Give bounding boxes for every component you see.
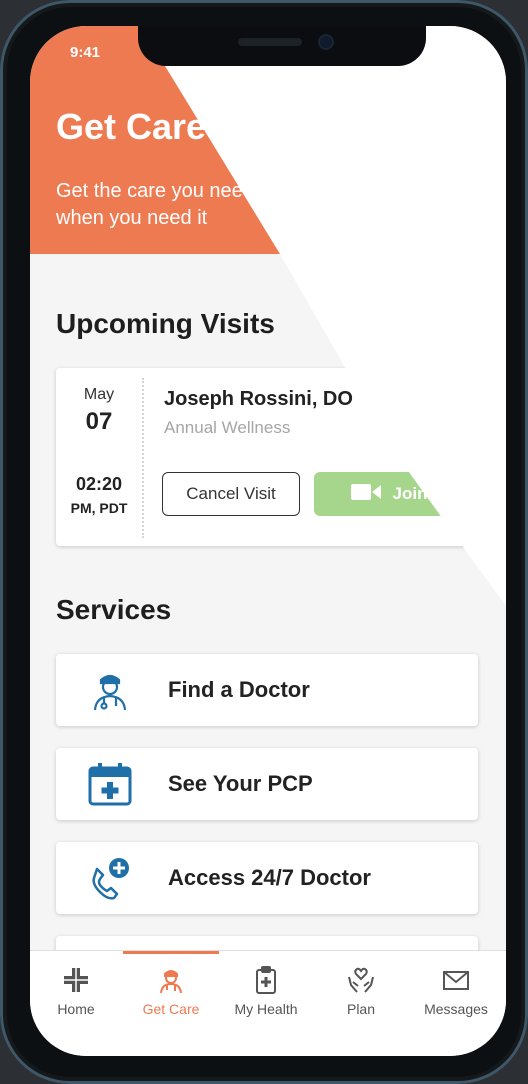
phone-frame: 9:41 Get Care Get the care you need when…	[0, 0, 528, 1084]
nurse-icon	[123, 965, 219, 995]
tab-label: My Health	[234, 1001, 298, 1017]
home-cross-icon	[30, 965, 124, 995]
main-content: Upcoming Visits May 07 02:20 PM, PDT Jos…	[30, 254, 506, 1008]
card-divider	[142, 378, 144, 538]
visit-doctor-name: Joseph Rossini, DO	[164, 388, 353, 410]
tab-label: Home	[57, 1001, 95, 1017]
service-find-doctor[interactable]: Find a Doctor	[56, 654, 478, 726]
clipboard-icon	[218, 965, 314, 995]
device-notch	[138, 26, 426, 66]
page-title: Get Care	[56, 106, 207, 147]
tab-label: Plan	[346, 1001, 376, 1017]
visit-month: May	[83, 386, 115, 403]
service-see-pcp[interactable]: See Your PCP	[56, 748, 478, 820]
service-label: Access 24/7 Doctor	[168, 865, 371, 890]
active-tab-indicator	[123, 951, 219, 954]
front-camera	[320, 36, 332, 48]
service-24-7-doctor[interactable]: Access 24/7 Doctor	[56, 842, 478, 914]
doctor-icon	[86, 666, 134, 714]
services-heading: Services	[56, 594, 172, 625]
tab-label: Messages	[424, 1001, 488, 1017]
speaker-grille	[238, 38, 302, 46]
bottom-tab-bar: Home Get Care My Health Plan Messages	[30, 950, 506, 1056]
tab-my-health[interactable]: My Health	[218, 965, 314, 1017]
upcoming-visits-heading: Upcoming Visits	[56, 308, 275, 339]
envelope-icon	[408, 965, 504, 995]
tab-plan[interactable]: Plan	[313, 965, 409, 1017]
service-label: See Your PCP	[168, 771, 313, 796]
service-label: Find a Doctor	[168, 677, 310, 702]
join-button[interactable]: Join	[314, 472, 464, 516]
visit-card: May 07 02:20 PM, PDT Joseph Rossini, DO …	[56, 368, 506, 546]
phone-plus-icon	[86, 854, 134, 902]
status-time: 9:41	[70, 44, 101, 61]
visit-time: 02:20	[75, 474, 123, 494]
calendar-plus-icon	[86, 760, 134, 808]
app-screen: 9:41 Get Care Get the care you need when…	[30, 26, 506, 1056]
visit-type: Annual Wellness	[164, 418, 291, 437]
cancel-visit-button[interactable]: Cancel Visit	[162, 472, 300, 516]
hands-heart-icon	[313, 965, 409, 995]
visit-day: 07	[85, 408, 113, 435]
video-camera-icon	[350, 483, 381, 506]
page-subtitle: Get the care you need when you need it	[56, 180, 254, 229]
tab-messages[interactable]: Messages	[408, 965, 504, 1017]
join-button-label: Join	[392, 484, 428, 503]
tab-get-care[interactable]: Get Care	[123, 965, 219, 1017]
tab-home[interactable]: Home	[30, 965, 124, 1017]
visit-timezone: PM, PDT	[70, 500, 128, 516]
tab-label: Get Care	[142, 1001, 200, 1017]
